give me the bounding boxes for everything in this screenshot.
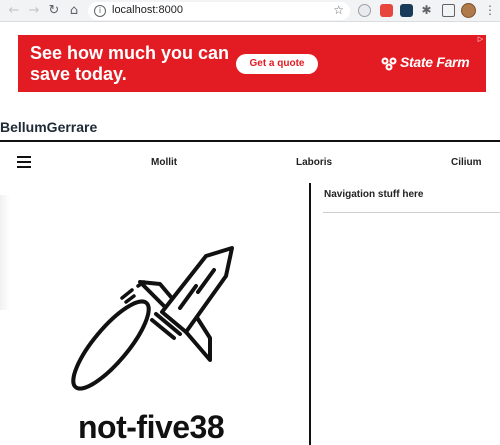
- url-text[interactable]: localhost:8000: [112, 4, 183, 16]
- menu-icon[interactable]: ⋮: [484, 3, 496, 17]
- back-icon[interactable]: ←: [6, 3, 22, 19]
- site-brand[interactable]: BellumGerrare: [0, 119, 97, 135]
- avatar[interactable]: [461, 3, 476, 18]
- ad-banner[interactable]: See how much you can save today. Get a q…: [18, 35, 486, 92]
- state-farm-logo-icon: [381, 57, 397, 71]
- cast-icon[interactable]: [442, 4, 455, 17]
- ad-close-icon[interactable]: ▷: [476, 35, 485, 44]
- info-icon[interactable]: i: [94, 5, 106, 17]
- extensions-icon[interactable]: ✱: [420, 4, 433, 17]
- extension-icon[interactable]: [380, 4, 393, 17]
- page-heading: not-five38: [78, 409, 225, 445]
- sidebar-divider: [309, 183, 311, 445]
- rocket-icon: [71, 246, 234, 391]
- reload-icon[interactable]: ↻: [46, 3, 62, 19]
- ad-brand-logo: State Farm: [400, 54, 470, 70]
- get-quote-button[interactable]: Get a quote: [236, 54, 318, 74]
- nav-link-laboris[interactable]: Laboris: [296, 157, 332, 168]
- address-bar[interactable]: i localhost:8000 ☆: [88, 2, 350, 20]
- header-divider: [0, 140, 500, 142]
- star-icon[interactable]: ☆: [333, 3, 344, 17]
- sidebar-title: Navigation stuff here: [324, 189, 424, 200]
- home-icon[interactable]: ⌂: [66, 3, 82, 19]
- extension-icon[interactable]: [358, 4, 371, 17]
- extension-icon[interactable]: [400, 4, 413, 17]
- forward-icon[interactable]: →: [26, 3, 42, 19]
- sidebar-rule: [323, 212, 500, 213]
- panel-shadow: [0, 195, 10, 310]
- nav-link-cilium[interactable]: Cilium: [451, 157, 482, 168]
- nav-link-mollit[interactable]: Mollit: [151, 157, 177, 168]
- ad-headline: See how much you can save today.: [30, 43, 230, 84]
- hamburger-menu-icon[interactable]: [17, 156, 31, 168]
- browser-toolbar: ← → ↻ ⌂ i localhost:8000 ☆ ✱ ⋮: [0, 0, 500, 22]
